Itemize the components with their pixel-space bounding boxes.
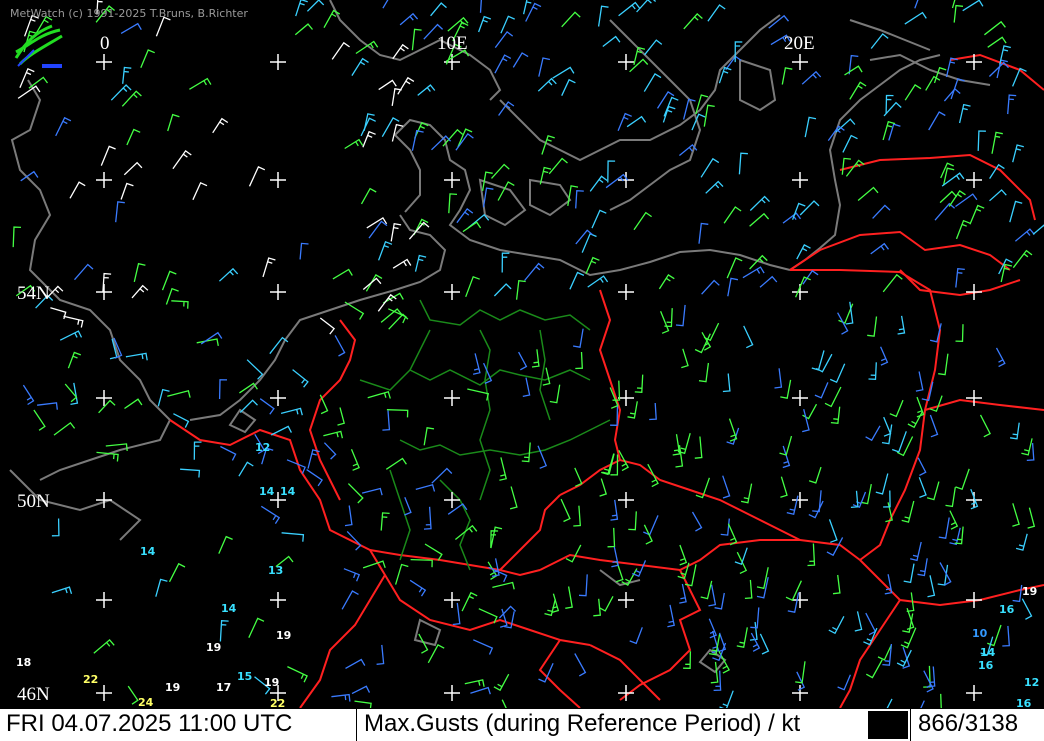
- station-count-label: 866/3138: [918, 710, 1019, 737]
- lon-label-20e: 20E: [784, 33, 815, 54]
- gust-value: 16: [978, 659, 994, 672]
- lon-label-10e: 10E: [437, 33, 468, 54]
- lat-label-50n: 50N: [17, 491, 50, 512]
- gust-value: 19: [1022, 585, 1038, 598]
- status-dark-block: [868, 711, 908, 739]
- gust-value: 17: [216, 681, 232, 694]
- datetime-label: FRI 04.07.2025 11:00 UTC: [6, 710, 293, 737]
- gust-value: 19: [165, 681, 181, 694]
- gust-value: 22: [83, 673, 99, 686]
- gust-value: 14: [140, 545, 156, 558]
- status-bar: FRI 04.07.2025 11:00 UTC Max.Gusts (duri…: [0, 708, 1044, 741]
- gust-value: 16: [999, 603, 1015, 616]
- lon-label-0: 0: [100, 33, 110, 54]
- metwatch-logo-icon: [14, 24, 63, 68]
- gust-value: 13: [268, 564, 284, 577]
- weather-map[interactable]: [0, 0, 1044, 740]
- gust-value: 10: [972, 627, 988, 640]
- gust-value: 15: [237, 670, 253, 683]
- gust-value: 14: [280, 485, 296, 498]
- status-separator: [356, 709, 357, 741]
- lat-label-54n: 54N: [17, 283, 50, 304]
- gust-value: 19: [264, 676, 280, 689]
- gust-value: 12: [1024, 676, 1040, 689]
- gust-value: 18: [16, 656, 32, 669]
- gust-value: 14: [259, 485, 275, 498]
- gust-value: 12: [255, 441, 271, 454]
- parameter-label: Max.Gusts (during Reference Period) / kt: [364, 710, 801, 737]
- status-separator: [910, 709, 911, 741]
- gust-value: 14: [980, 646, 996, 659]
- gust-value: 19: [276, 629, 292, 642]
- lat-label-46n: 46N: [17, 684, 50, 705]
- gust-value: 14: [221, 602, 237, 615]
- gust-value: 19: [206, 641, 222, 654]
- copyright-text: MetWatch (c) 1991-2025 T.Bruns, B.Richte…: [10, 7, 248, 20]
